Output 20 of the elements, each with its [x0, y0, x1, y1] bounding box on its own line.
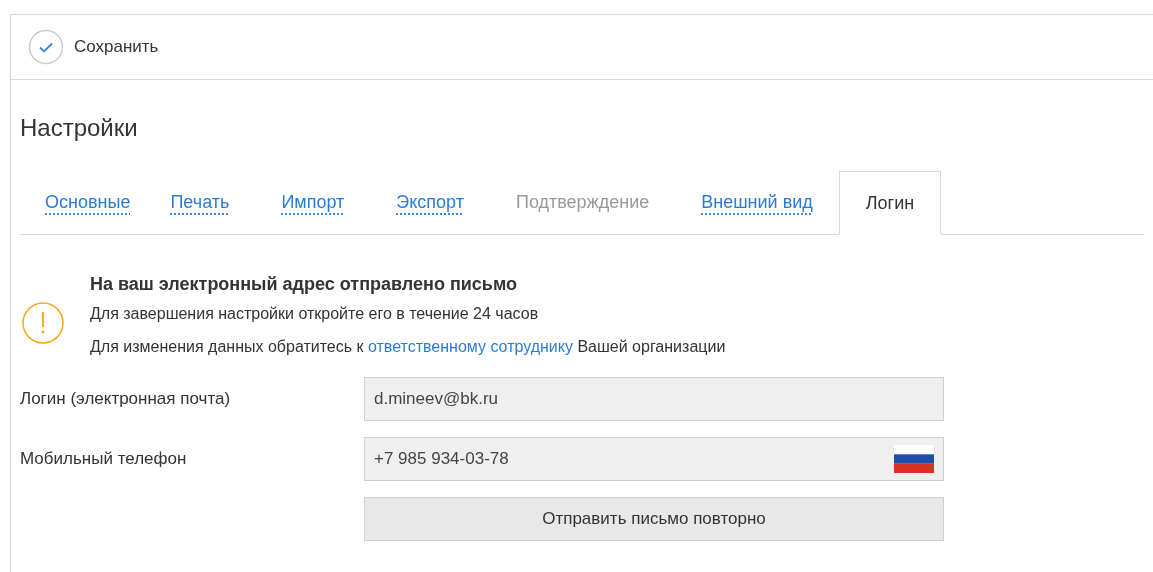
- flag-icon[interactable]: [894, 445, 934, 473]
- contact-link[interactable]: ответственному сотруднику: [367, 338, 573, 355]
- warning-icon: [21, 301, 65, 345]
- tab[interactable]: Основные: [45, 189, 131, 216]
- checkmark-icon: [28, 29, 64, 65]
- resend-button[interactable]: Отправить письмо повторно: [364, 497, 944, 541]
- notice-title: На ваш электронный адрес отправлено письмо: [90, 273, 518, 296]
- tab[interactable]: Логин: [838, 171, 942, 235]
- notice-text: Для изменения данных обратитесь к ответственному сотруднику Вашей организации: [90, 337, 726, 357]
- page-title: Настройки: [20, 113, 139, 143]
- notice-text: Для завершения настройки откройте его в течение 24 часов: [90, 304, 540, 324]
- tab[interactable]: Экспорт: [396, 189, 464, 216]
- email-field[interactable]: d.mineev@bk.ru: [364, 377, 944, 421]
- tab[interactable]: Импорт: [281, 189, 345, 216]
- tab[interactable]: Внешний вид: [701, 189, 813, 216]
- save-button[interactable]: Сохранить: [28, 29, 159, 65]
- field-label: Мобильный телефон: [20, 448, 188, 471]
- tab[interactable]: Печать: [170, 189, 230, 216]
- field-label: Логин (электронная почта): [20, 388, 232, 411]
- phone-field[interactable]: +7 985 934-03-78: [364, 437, 944, 481]
